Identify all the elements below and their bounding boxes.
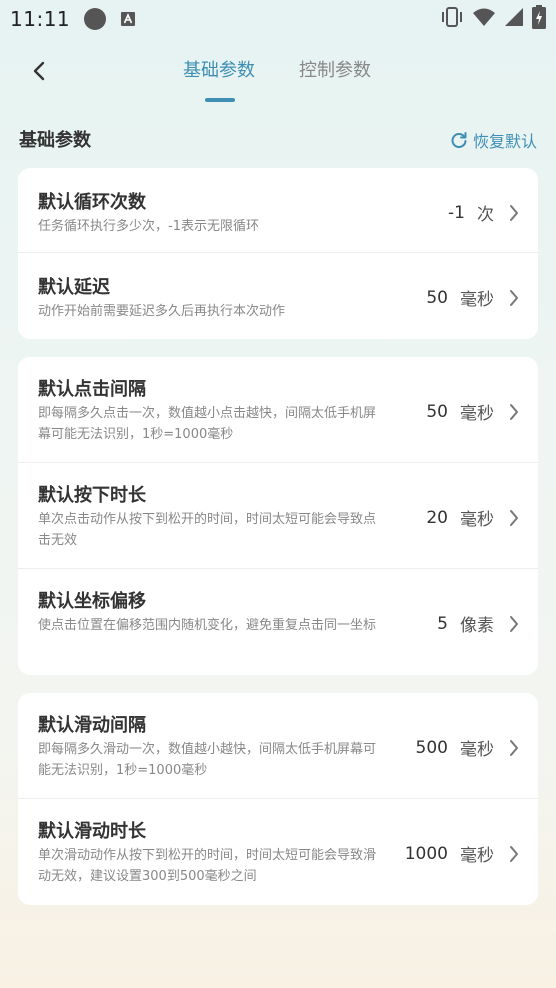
setting-desc: 即每隔多久点击一次，数值越小点击越快，间隔太低手机屏幕可能无法识别，1秒=100… bbox=[38, 406, 377, 442]
back-arrow-icon bbox=[33, 61, 45, 81]
setting-unit: 毫秒 bbox=[460, 290, 494, 310]
setting-title: 默认按下时长 bbox=[38, 485, 146, 506]
app-a-icon bbox=[120, 11, 136, 27]
setting-click-interval[interactable]: 默认点击间隔 即每隔多久点击一次，数值越小点击越快，间隔太低手机屏幕可能无法识别… bbox=[18, 357, 538, 463]
chevron-right-icon bbox=[508, 738, 522, 758]
setting-value: 50 bbox=[426, 287, 448, 308]
restore-default-button[interactable]: 恢复默认 bbox=[450, 128, 537, 152]
chevron-right-icon bbox=[508, 508, 522, 528]
tab-control-params[interactable]: 控制参数 bbox=[299, 56, 371, 82]
setting-swipe-duration[interactable]: 默认滑动时长 单次滑动动作从按下到松开的时间，时间太短可能会导致滑动无效，建议设… bbox=[18, 799, 538, 905]
chevron-right-icon bbox=[508, 288, 522, 308]
setting-unit: 毫秒 bbox=[460, 510, 494, 530]
setting-desc: 动作开始前需要延迟多久后再执行本次动作 bbox=[38, 304, 286, 319]
setting-unit: 次 bbox=[477, 205, 494, 225]
setting-unit: 像素 bbox=[460, 616, 494, 636]
setting-loop-count[interactable]: 默认循环次数 任务循环执行多少次，-1表示无限循环 -1 次 bbox=[18, 168, 538, 253]
status-bar: 11:11 bbox=[0, 0, 556, 38]
setting-desc: 单次滑动动作从按下到松开的时间，时间太短可能会导致滑动无效，建议设置300到50… bbox=[38, 848, 377, 884]
status-time: 11:11 bbox=[10, 7, 71, 31]
chevron-right-icon bbox=[508, 614, 522, 634]
wifi-icon bbox=[472, 7, 496, 31]
vibrate-icon bbox=[440, 6, 464, 32]
chevron-right-icon bbox=[508, 844, 522, 864]
setting-title: 默认延迟 bbox=[38, 277, 110, 298]
settings-card: 默认点击间隔 即每隔多久点击一次，数值越小点击越快，间隔太低手机屏幕可能无法识别… bbox=[18, 357, 538, 675]
setting-desc: 任务循环执行多少次，-1表示无限循环 bbox=[38, 219, 259, 234]
setting-value: 5 bbox=[437, 613, 448, 634]
refresh-icon bbox=[451, 132, 467, 148]
setting-coord-offset[interactable]: 默认坐标偏移 使点击位置在偏移范围内随机变化，避免重复点击同一坐标 5 像素 bbox=[18, 569, 538, 675]
back-button[interactable] bbox=[24, 56, 54, 86]
setting-value: 20 bbox=[426, 507, 448, 528]
setting-title: 默认滑动间隔 bbox=[38, 715, 146, 736]
setting-desc: 单次点击动作从按下到松开的时间，时间太短可能会导致点击无效 bbox=[38, 512, 377, 548]
setting-value: 500 bbox=[415, 737, 448, 758]
tab-basic-params[interactable]: 基础参数 bbox=[183, 56, 255, 82]
setting-value: 50 bbox=[426, 401, 448, 422]
settings-card: 默认滑动间隔 即每隔多久滑动一次，数值越小越快，间隔太低手机屏幕可能无法识别，1… bbox=[18, 693, 538, 905]
chevron-right-icon bbox=[508, 203, 522, 223]
chevron-right-icon bbox=[508, 402, 522, 422]
setting-swipe-interval[interactable]: 默认滑动间隔 即每隔多久滑动一次，数值越小越快，间隔太低手机屏幕可能无法识别，1… bbox=[18, 693, 538, 799]
setting-value: 1000 bbox=[404, 843, 448, 864]
setting-title: 默认滑动时长 bbox=[38, 821, 146, 842]
setting-delay[interactable]: 默认延迟 动作开始前需要延迟多久后再执行本次动作 50 毫秒 bbox=[18, 253, 538, 339]
setting-title: 默认点击间隔 bbox=[38, 379, 146, 400]
tab-indicator bbox=[205, 98, 235, 102]
restore-default-label: 恢复默认 bbox=[472, 132, 537, 151]
nav-bar: 基础参数 控制参数 bbox=[0, 44, 556, 102]
setting-unit: 毫秒 bbox=[460, 846, 494, 866]
setting-title: 默认坐标偏移 bbox=[38, 591, 146, 612]
signal-icon bbox=[504, 7, 524, 31]
notification-dot-icon bbox=[84, 8, 107, 30]
setting-value: -1 bbox=[448, 202, 465, 223]
settings-card: 默认循环次数 任务循环执行多少次，-1表示无限循环 -1 次 默认延迟 动作开始… bbox=[18, 168, 538, 339]
setting-press-duration[interactable]: 默认按下时长 单次点击动作从按下到松开的时间，时间太短可能会导致点击无效 20 … bbox=[18, 463, 538, 569]
section-title: 基础参数 bbox=[19, 130, 91, 151]
setting-unit: 毫秒 bbox=[460, 740, 494, 760]
battery-icon bbox=[532, 5, 546, 33]
setting-desc: 即每隔多久滑动一次，数值越小越快，间隔太低手机屏幕可能无法识别，1秒=1000毫… bbox=[38, 742, 377, 778]
setting-unit: 毫秒 bbox=[460, 404, 494, 424]
setting-title: 默认循环次数 bbox=[38, 192, 146, 213]
setting-desc: 使点击位置在偏移范围内随机变化，避免重复点击同一坐标 bbox=[38, 618, 377, 633]
